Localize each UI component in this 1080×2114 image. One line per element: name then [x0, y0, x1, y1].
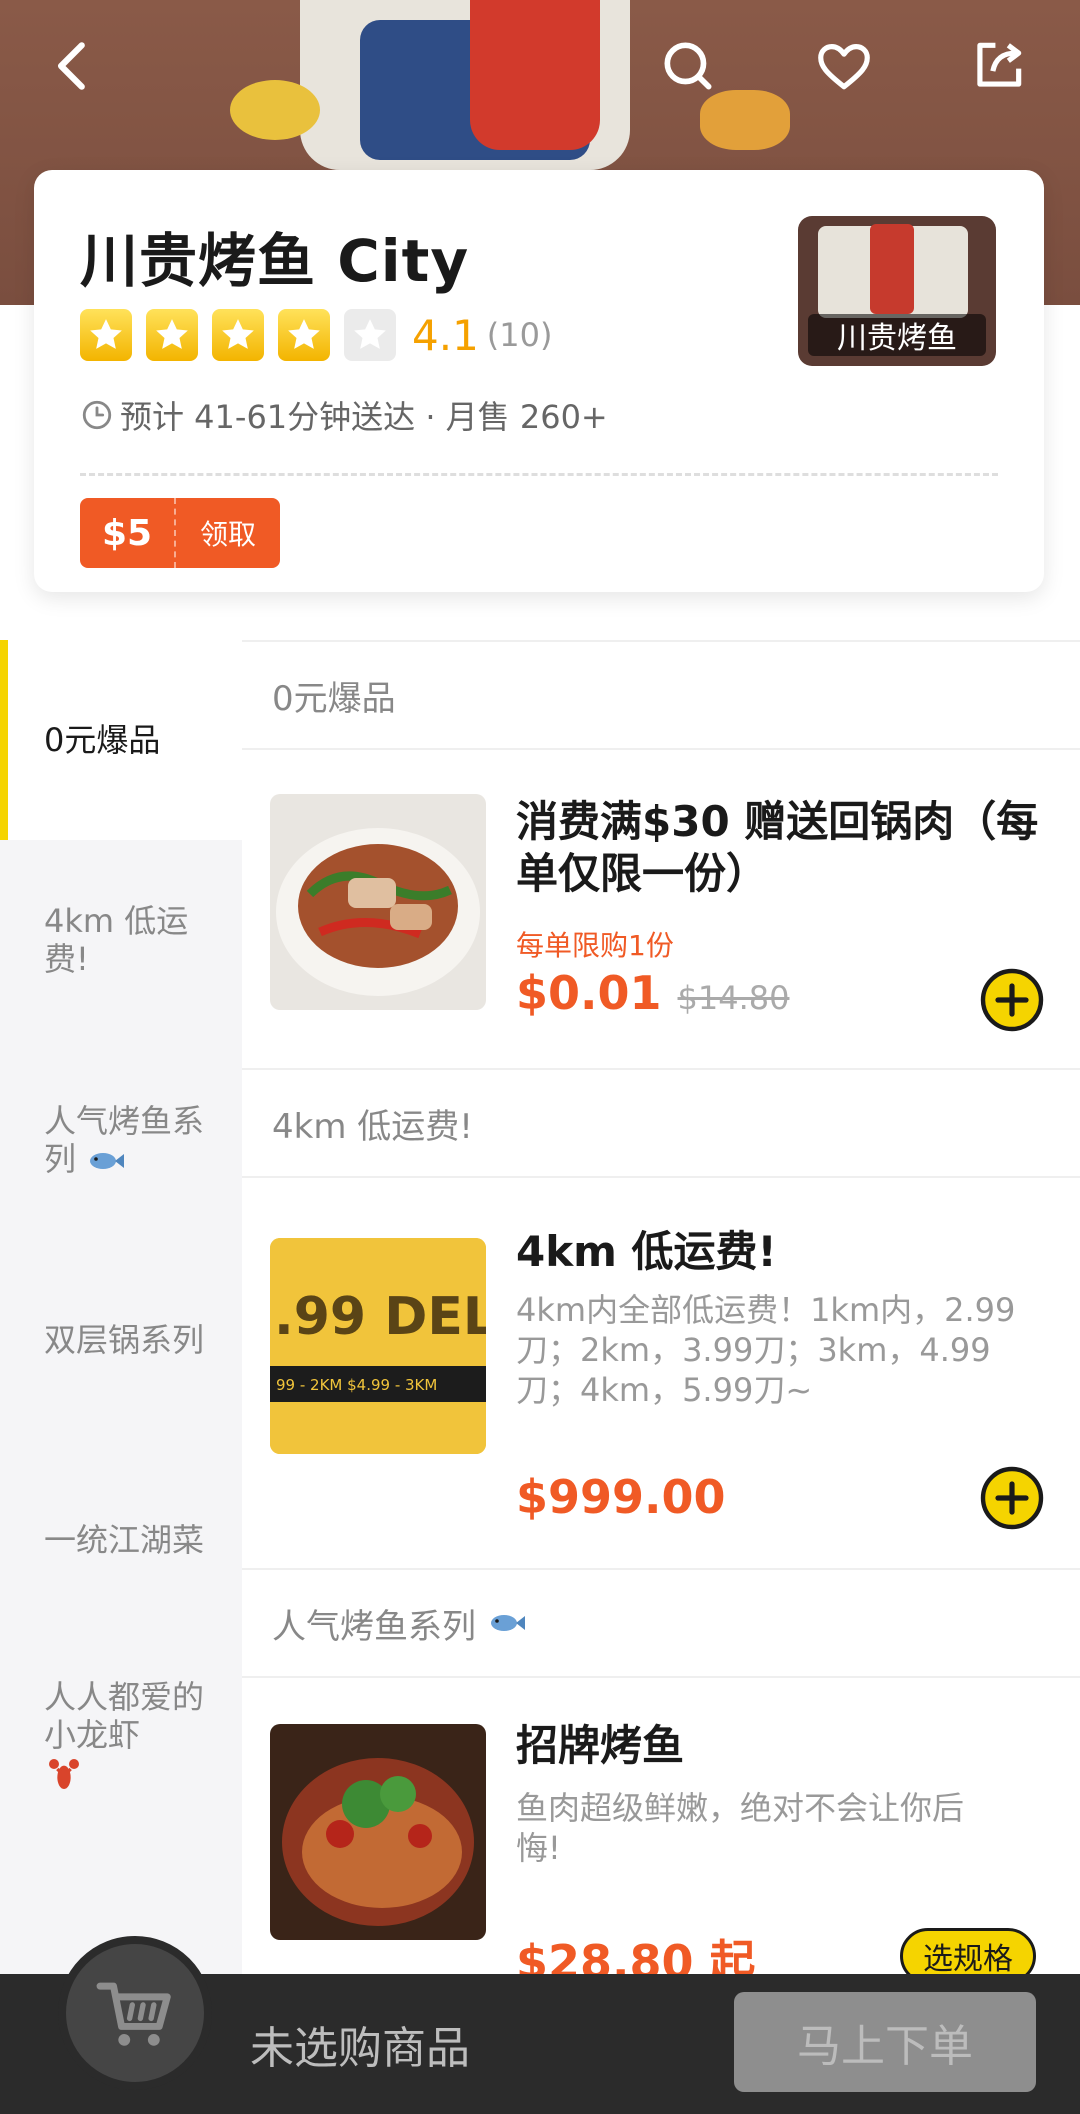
sidebar-item-label: 一统江湖菜 — [44, 1521, 205, 1559]
clock-icon — [82, 400, 112, 430]
purchase-limit: 每单限购1份 — [516, 929, 674, 962]
star-icon — [80, 309, 132, 361]
cart-status-text: 未选购商品 — [250, 2023, 470, 2074]
item-price: $28.80 起 — [516, 1926, 756, 1974]
store-rating: 4.1 (10) — [80, 308, 552, 362]
star-icon — [146, 309, 198, 361]
item-description: 4km内全部低运费！1km内，2.99刀；2km，3.99刀；3km，4.99刀… — [516, 1291, 1016, 1409]
select-spec-button[interactable]: 选规格 — [900, 1928, 1036, 1974]
item-description: 鱼肉超级鲜嫩，绝对不会让你后悔! — [516, 1789, 965, 1867]
star-icon — [212, 309, 264, 361]
item-image — [270, 794, 486, 1010]
sidebar-item-jianghu[interactable]: 一统江湖菜 — [0, 1440, 242, 1640]
item-image — [270, 1724, 486, 1940]
sidebar-item-double-pot[interactable]: 双层锅系列 — [0, 1240, 242, 1440]
store-logo: 川贵烤鱼 — [798, 216, 996, 366]
coupon-amount: $5 — [80, 498, 176, 568]
sidebar-item-label: 人气烤鱼系列 — [44, 1102, 205, 1178]
coupon[interactable]: $5 领取 — [80, 498, 280, 568]
section-header: 人气烤鱼系列 — [242, 1568, 1080, 1678]
chevron-left-icon — [57, 42, 85, 90]
original-price: $14.80 — [677, 979, 790, 1017]
star-icon — [278, 309, 330, 361]
delivery-text: 预计 41-61分钟送达 · 月售 260+ — [120, 398, 608, 436]
search-icon — [664, 42, 712, 90]
sidebar-item-label: 0元爆品 — [44, 721, 161, 759]
current-price: $999.00 — [516, 1470, 726, 1524]
lobster-icon — [49, 1759, 79, 1789]
section-header: 0元爆品 — [242, 640, 1080, 750]
store-info-card: 川贵烤鱼 City 4.1 (10) 预计 41-61分钟送达 · 月售 260… — [34, 170, 1044, 592]
star-empty-icon — [344, 309, 396, 361]
item-title: 消费满$30 赠送回锅肉（每单仅限一份） — [516, 797, 1039, 898]
store-name: 川贵烤鱼 City — [80, 227, 470, 295]
current-price: $28.80 起 — [516, 1935, 756, 1974]
add-to-cart-button[interactable] — [980, 968, 1044, 1032]
category-sidebar: 0元爆品 4km 低运费! 人气烤鱼系列 双层锅系列 一统江湖菜 人人都爱的小龙… — [0, 640, 242, 1974]
sidebar-item-low-delivery[interactable]: 4km 低运费! — [0, 840, 242, 1040]
share-icon — [977, 42, 1022, 87]
add-to-cart-button[interactable] — [980, 1466, 1044, 1530]
item-image: .99 DELIV FEE IN 99 - 2KM $4.99 - 3KM — [270, 1238, 486, 1454]
item-price: $0.01 $14.80 — [516, 966, 789, 1020]
item-price: $999.00 — [516, 1470, 726, 1524]
sidebar-item-label: 人人都爱的小龙虾 — [44, 1678, 212, 1802]
fish-icon — [90, 1153, 125, 1169]
rating-value: 4.1 — [412, 310, 479, 360]
divider — [80, 473, 998, 476]
heart-icon — [818, 44, 870, 90]
place-order-button[interactable]: 马上下单 — [734, 1992, 1036, 2092]
item-title: 招牌烤鱼 — [516, 1721, 685, 1770]
sidebar-item-grilled-fish[interactable]: 人气烤鱼系列 — [0, 1040, 242, 1240]
search-button[interactable] — [650, 28, 726, 104]
delivery-info: 预计 41-61分钟送达 · 月售 260+ — [80, 392, 608, 438]
sidebar-item-crayfish[interactable]: 人人都爱的小龙虾 — [0, 1640, 242, 1840]
menu-content: 0元爆品 消费满$30 赠送回锅肉（每单仅限一份） 每单限购1份 $0.01 $… — [242, 640, 1080, 1974]
store-logo-text: 川贵烤鱼 — [808, 314, 986, 356]
share-button[interactable] — [960, 28, 1036, 104]
svg-text:.99 DELIV FEE IN: .99 DELIV FEE IN — [274, 1287, 486, 1347]
back-button[interactable] — [36, 28, 112, 104]
svg-text:99 - 2KM $4.99 - 3KM: 99 - 2KM $4.99 - 3KM — [276, 1376, 437, 1394]
fish-icon — [490, 1615, 525, 1631]
rating-count: (10) — [486, 316, 553, 354]
coupon-claim-button[interactable]: 领取 — [176, 498, 280, 568]
favorite-button[interactable] — [806, 28, 882, 104]
sidebar-item-label: 双层锅系列 — [44, 1321, 205, 1359]
section-header: 4km 低运费! — [242, 1068, 1080, 1178]
item-title: 4km 低运费! — [516, 1227, 777, 1276]
cart-icon — [96, 1982, 171, 2046]
sidebar-item-label: 4km 低运费! — [44, 902, 189, 978]
current-price: $0.01 — [516, 966, 662, 1020]
sidebar-item-zero-yuan[interactable]: 0元爆品 — [0, 640, 242, 840]
cart-button[interactable] — [58, 1936, 212, 2090]
